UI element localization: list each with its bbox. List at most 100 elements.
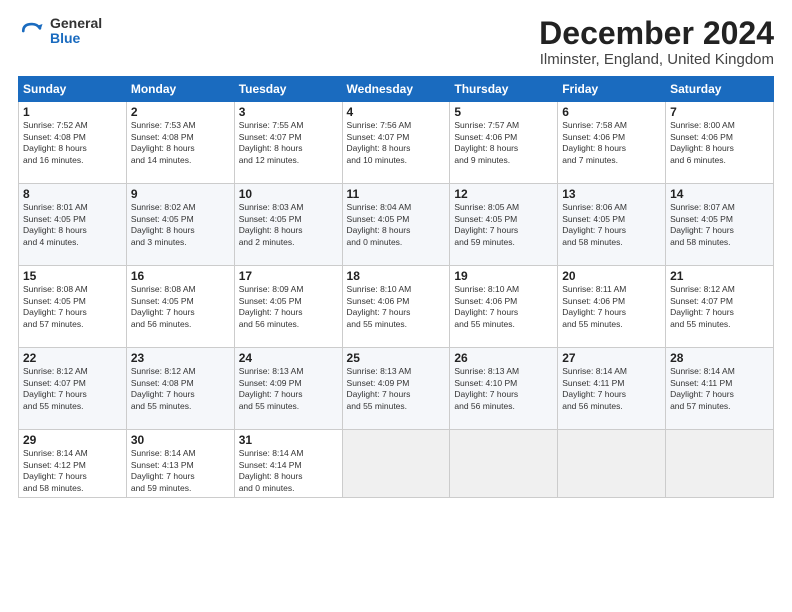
cell-info: Sunrise: 7:53 AMSunset: 4:08 PMDaylight:… [131, 120, 230, 166]
header: General Blue December 2024 Ilminster, En… [18, 16, 774, 68]
day-number: 26 [454, 351, 553, 365]
calendar-cell: 6Sunrise: 7:58 AMSunset: 4:06 PMDaylight… [558, 102, 666, 184]
day-number: 1 [23, 105, 122, 119]
main-title: December 2024 [539, 16, 774, 51]
cell-info: Sunrise: 7:57 AMSunset: 4:06 PMDaylight:… [454, 120, 553, 166]
day-number: 18 [347, 269, 446, 283]
calendar-week-3: 15Sunrise: 8:08 AMSunset: 4:05 PMDayligh… [19, 266, 774, 348]
day-number: 5 [454, 105, 553, 119]
calendar-cell: 3Sunrise: 7:55 AMSunset: 4:07 PMDaylight… [234, 102, 342, 184]
cell-info: Sunrise: 8:12 AMSunset: 4:07 PMDaylight:… [23, 366, 122, 412]
cell-info: Sunrise: 7:56 AMSunset: 4:07 PMDaylight:… [347, 120, 446, 166]
calendar-cell: 25Sunrise: 8:13 AMSunset: 4:09 PMDayligh… [342, 348, 450, 430]
day-number: 10 [239, 187, 338, 201]
cell-info: Sunrise: 8:03 AMSunset: 4:05 PMDaylight:… [239, 202, 338, 248]
day-number: 2 [131, 105, 230, 119]
day-number: 17 [239, 269, 338, 283]
calendar-cell: 22Sunrise: 8:12 AMSunset: 4:07 PMDayligh… [19, 348, 127, 430]
cell-info: Sunrise: 8:14 AMSunset: 4:11 PMDaylight:… [670, 366, 769, 412]
cell-info: Sunrise: 8:00 AMSunset: 4:06 PMDaylight:… [670, 120, 769, 166]
cell-info: Sunrise: 8:10 AMSunset: 4:06 PMDaylight:… [454, 284, 553, 330]
calendar-cell [558, 430, 666, 498]
cell-info: Sunrise: 8:13 AMSunset: 4:10 PMDaylight:… [454, 366, 553, 412]
calendar-cell: 15Sunrise: 8:08 AMSunset: 4:05 PMDayligh… [19, 266, 127, 348]
weekday-header-saturday: Saturday [666, 77, 774, 102]
cell-info: Sunrise: 8:10 AMSunset: 4:06 PMDaylight:… [347, 284, 446, 330]
day-number: 20 [562, 269, 661, 283]
cell-info: Sunrise: 8:14 AMSunset: 4:14 PMDaylight:… [239, 448, 338, 494]
weekday-header-thursday: Thursday [450, 77, 558, 102]
cell-info: Sunrise: 8:09 AMSunset: 4:05 PMDaylight:… [239, 284, 338, 330]
cell-info: Sunrise: 8:04 AMSunset: 4:05 PMDaylight:… [347, 202, 446, 248]
calendar-cell [666, 430, 774, 498]
day-number: 4 [347, 105, 446, 119]
cell-info: Sunrise: 8:05 AMSunset: 4:05 PMDaylight:… [454, 202, 553, 248]
calendar-cell: 31Sunrise: 8:14 AMSunset: 4:14 PMDayligh… [234, 430, 342, 498]
cell-info: Sunrise: 8:08 AMSunset: 4:05 PMDaylight:… [23, 284, 122, 330]
calendar-cell: 16Sunrise: 8:08 AMSunset: 4:05 PMDayligh… [126, 266, 234, 348]
day-number: 30 [131, 433, 230, 447]
day-number: 15 [23, 269, 122, 283]
calendar-week-4: 22Sunrise: 8:12 AMSunset: 4:07 PMDayligh… [19, 348, 774, 430]
calendar-cell: 26Sunrise: 8:13 AMSunset: 4:10 PMDayligh… [450, 348, 558, 430]
calendar-header-row: SundayMondayTuesdayWednesdayThursdayFrid… [19, 77, 774, 102]
calendar-week-5: 29Sunrise: 8:14 AMSunset: 4:12 PMDayligh… [19, 430, 774, 498]
day-number: 11 [347, 187, 446, 201]
weekday-header-wednesday: Wednesday [342, 77, 450, 102]
calendar-cell: 10Sunrise: 8:03 AMSunset: 4:05 PMDayligh… [234, 184, 342, 266]
day-number: 24 [239, 351, 338, 365]
weekday-header-friday: Friday [558, 77, 666, 102]
page: General Blue December 2024 Ilminster, En… [0, 0, 792, 612]
calendar-cell [450, 430, 558, 498]
day-number: 7 [670, 105, 769, 119]
day-number: 21 [670, 269, 769, 283]
cell-info: Sunrise: 8:13 AMSunset: 4:09 PMDaylight:… [347, 366, 446, 412]
logo-general-label: General [50, 16, 102, 31]
day-number: 12 [454, 187, 553, 201]
day-number: 14 [670, 187, 769, 201]
cell-info: Sunrise: 8:14 AMSunset: 4:11 PMDaylight:… [562, 366, 661, 412]
cell-info: Sunrise: 8:08 AMSunset: 4:05 PMDaylight:… [131, 284, 230, 330]
weekday-header-tuesday: Tuesday [234, 77, 342, 102]
day-number: 19 [454, 269, 553, 283]
weekday-header-monday: Monday [126, 77, 234, 102]
cell-info: Sunrise: 7:55 AMSunset: 4:07 PMDaylight:… [239, 120, 338, 166]
calendar-cell: 30Sunrise: 8:14 AMSunset: 4:13 PMDayligh… [126, 430, 234, 498]
logo-icon [18, 17, 46, 45]
day-number: 29 [23, 433, 122, 447]
calendar-cell: 9Sunrise: 8:02 AMSunset: 4:05 PMDaylight… [126, 184, 234, 266]
calendar-cell: 27Sunrise: 8:14 AMSunset: 4:11 PMDayligh… [558, 348, 666, 430]
calendar-cell: 14Sunrise: 8:07 AMSunset: 4:05 PMDayligh… [666, 184, 774, 266]
cell-info: Sunrise: 8:13 AMSunset: 4:09 PMDaylight:… [239, 366, 338, 412]
cell-info: Sunrise: 7:52 AMSunset: 4:08 PMDaylight:… [23, 120, 122, 166]
day-number: 23 [131, 351, 230, 365]
calendar-cell [342, 430, 450, 498]
cell-info: Sunrise: 8:06 AMSunset: 4:05 PMDaylight:… [562, 202, 661, 248]
day-number: 22 [23, 351, 122, 365]
calendar-cell: 8Sunrise: 8:01 AMSunset: 4:05 PMDaylight… [19, 184, 127, 266]
logo-blue-label: Blue [50, 31, 102, 46]
cell-info: Sunrise: 8:11 AMSunset: 4:06 PMDaylight:… [562, 284, 661, 330]
day-number: 3 [239, 105, 338, 119]
cell-info: Sunrise: 8:14 AMSunset: 4:13 PMDaylight:… [131, 448, 230, 494]
calendar-cell: 20Sunrise: 8:11 AMSunset: 4:06 PMDayligh… [558, 266, 666, 348]
day-number: 27 [562, 351, 661, 365]
calendar-cell: 12Sunrise: 8:05 AMSunset: 4:05 PMDayligh… [450, 184, 558, 266]
calendar-week-1: 1Sunrise: 7:52 AMSunset: 4:08 PMDaylight… [19, 102, 774, 184]
calendar-cell: 21Sunrise: 8:12 AMSunset: 4:07 PMDayligh… [666, 266, 774, 348]
subtitle: Ilminster, England, United Kingdom [539, 51, 774, 68]
calendar-cell: 1Sunrise: 7:52 AMSunset: 4:08 PMDaylight… [19, 102, 127, 184]
day-number: 28 [670, 351, 769, 365]
calendar-cell: 19Sunrise: 8:10 AMSunset: 4:06 PMDayligh… [450, 266, 558, 348]
day-number: 31 [239, 433, 338, 447]
cell-info: Sunrise: 8:14 AMSunset: 4:12 PMDaylight:… [23, 448, 122, 494]
cell-info: Sunrise: 8:01 AMSunset: 4:05 PMDaylight:… [23, 202, 122, 248]
day-number: 6 [562, 105, 661, 119]
title-block: December 2024 Ilminster, England, United… [539, 16, 774, 68]
cell-info: Sunrise: 8:12 AMSunset: 4:07 PMDaylight:… [670, 284, 769, 330]
calendar-cell: 5Sunrise: 7:57 AMSunset: 4:06 PMDaylight… [450, 102, 558, 184]
cell-info: Sunrise: 8:07 AMSunset: 4:05 PMDaylight:… [670, 202, 769, 248]
calendar-cell: 4Sunrise: 7:56 AMSunset: 4:07 PMDaylight… [342, 102, 450, 184]
day-number: 25 [347, 351, 446, 365]
day-number: 13 [562, 187, 661, 201]
